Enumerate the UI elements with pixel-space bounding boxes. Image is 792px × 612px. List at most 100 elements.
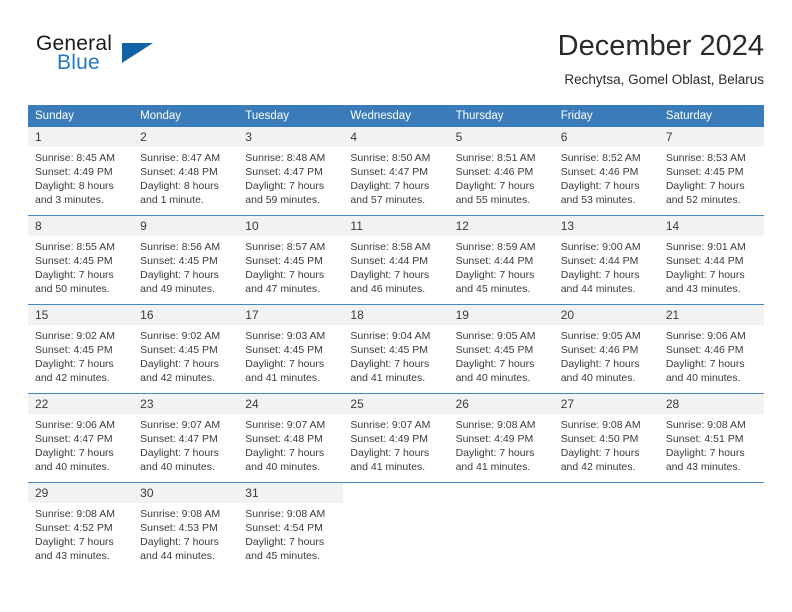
- calendar-day-cell[interactable]: 21 Sunrise: 9:06 AM Sunset: 4:46 PM Dayligh…: [658, 304, 764, 394]
- calendar-day-cell[interactable]: 30 Sunrise: 9:08 AM Sunset: 4:53 PM Dayligh…: [133, 482, 239, 571]
- weekday-header-tuesday: Tuesday: [238, 105, 344, 127]
- calendar-day-cell[interactable]: 9 Sunrise: 8:56 AM Sunset: 4:45 PM Daylight…: [133, 215, 239, 305]
- day-details: [659, 503, 764, 507]
- day-number: 8: [28, 216, 134, 236]
- calendar-day-cell[interactable]: 13 Sunrise: 9:00 AM Sunset: 4:44 PM Dayligh…: [553, 215, 659, 305]
- day-sunrise-text: Sunrise: 8:59 AM: [455, 241, 536, 253]
- day-number: 21: [658, 305, 764, 325]
- calendar-day-cell[interactable]: 8 Sunrise: 8:55 AM Sunset: 4:45 PM Daylight…: [28, 215, 134, 305]
- weekday-header-friday: Friday: [553, 105, 659, 127]
- day-details: Sunrise: 9:08 AM Sunset: 4:54 PM Daylight:…: [238, 503, 343, 563]
- day-daylight1-text: Daylight: 7 hours: [350, 269, 430, 281]
- day-sunrise-text: Sunrise: 9:08 AM: [35, 508, 115, 520]
- day-daylight1-text: Daylight: 7 hours: [665, 447, 745, 459]
- day-number: [554, 483, 659, 503]
- day-daylight2-text: and 44 minutes.: [140, 550, 215, 562]
- calendar-day-cell[interactable]: 11 Sunrise: 8:58 AM Sunset: 4:44 PM Dayligh…: [343, 215, 449, 305]
- day-details: Sunrise: 9:06 AM Sunset: 4:46 PM Daylight:…: [659, 325, 764, 385]
- day-daylight1-text: Daylight: 7 hours: [560, 447, 640, 459]
- calendar-day-cell[interactable]: 14 Sunrise: 9:01 AM Sunset: 4:44 PM Dayligh…: [658, 215, 764, 305]
- day-number: 24: [238, 394, 344, 414]
- calendar-day-cell[interactable]: 10 Sunrise: 8:57 AM Sunset: 4:45 PM Dayligh…: [238, 215, 344, 305]
- day-daylight2-text: and 45 minutes.: [455, 283, 531, 295]
- calendar-week-row: 22 Sunrise: 9:06 AM Sunset: 4:47 PM Dayligh…: [28, 393, 764, 483]
- day-sunset-text: Sunset: 4:50 PM: [560, 433, 639, 445]
- day-sunset-text: Sunset: 4:52 PM: [35, 522, 113, 534]
- day-daylight1-text: Daylight: 7 hours: [665, 180, 745, 192]
- day-cell-inner: 16 Sunrise: 9:02 AM Sunset: 4:45 PM Dayligh…: [133, 305, 239, 393]
- weekday-header-sunday: Sunday: [28, 105, 134, 127]
- day-number: 16: [133, 305, 239, 325]
- day-details: Sunrise: 8:48 AM Sunset: 4:47 PM Daylight:…: [238, 147, 343, 207]
- day-number: 31: [238, 483, 344, 503]
- calendar-day-cell[interactable]: 28 Sunrise: 9:08 AM Sunset: 4:51 PM Dayligh…: [658, 393, 764, 483]
- calendar-day-cell[interactable]: 24 Sunrise: 9:07 AM Sunset: 4:48 PM Dayligh…: [238, 393, 344, 483]
- day-daylight1-text: Daylight: 7 hours: [455, 180, 535, 192]
- weekday-header-thursday: Thursday: [448, 105, 554, 127]
- day-cell-inner: [554, 483, 659, 571]
- calendar-day-cell[interactable]: 27 Sunrise: 9:08 AM Sunset: 4:50 PM Dayligh…: [553, 393, 659, 483]
- day-daylight2-text: and 42 minutes.: [560, 461, 636, 473]
- weekday-header-saturday: Saturday: [658, 105, 764, 127]
- day-sunset-text: Sunset: 4:45 PM: [455, 344, 534, 356]
- day-sunset-text: Sunset: 4:46 PM: [455, 166, 534, 178]
- calendar-day-cell[interactable]: 3 Sunrise: 8:48 AM Sunset: 4:47 PM Daylight…: [238, 127, 344, 216]
- day-sunset-text: Sunset: 4:45 PM: [35, 344, 113, 356]
- day-sunset-text: Sunset: 4:49 PM: [350, 433, 429, 445]
- day-sunrise-text: Sunrise: 8:52 AM: [560, 152, 641, 164]
- day-cell-inner: 3 Sunrise: 8:48 AM Sunset: 4:47 PM Daylight…: [238, 127, 344, 215]
- day-details: Sunrise: 8:53 AM Sunset: 4:45 PM Daylight:…: [659, 147, 764, 207]
- calendar-day-cell[interactable]: 15 Sunrise: 9:02 AM Sunset: 4:45 PM Dayligh…: [28, 304, 134, 394]
- day-sunrise-text: Sunrise: 9:02 AM: [140, 330, 221, 342]
- calendar-day-cell[interactable]: 4 Sunrise: 8:50 AM Sunset: 4:47 PM Daylight…: [343, 127, 449, 216]
- day-details: Sunrise: 8:56 AM Sunset: 4:45 PM Daylight:…: [133, 236, 238, 296]
- day-sunrise-text: Sunrise: 9:05 AM: [455, 330, 536, 342]
- day-sunset-text: Sunset: 4:45 PM: [350, 344, 429, 356]
- weekday-header-monday: Monday: [133, 105, 239, 127]
- calendar-day-cell[interactable]: 29 Sunrise: 9:08 AM Sunset: 4:52 PM Dayligh…: [28, 482, 134, 571]
- day-sunrise-text: Sunrise: 8:56 AM: [140, 241, 221, 253]
- day-number: 22: [28, 394, 134, 414]
- day-cell-inner: 20 Sunrise: 9:05 AM Sunset: 4:46 PM Dayligh…: [553, 305, 659, 393]
- calendar-day-cell-empty: [553, 482, 659, 571]
- day-number: 6: [553, 127, 659, 147]
- day-daylight1-text: Daylight: 7 hours: [350, 447, 430, 459]
- day-details: Sunrise: 9:01 AM Sunset: 4:44 PM Daylight:…: [659, 236, 764, 296]
- day-cell-inner: 7 Sunrise: 8:53 AM Sunset: 4:45 PM Daylight…: [658, 127, 764, 215]
- calendar-day-cell[interactable]: 1 Sunrise: 8:45 AM Sunset: 4:49 PM Daylight…: [28, 127, 134, 216]
- calendar-day-cell[interactable]: 26 Sunrise: 9:08 AM Sunset: 4:49 PM Dayligh…: [448, 393, 554, 483]
- calendar-day-cell[interactable]: 7 Sunrise: 8:53 AM Sunset: 4:45 PM Daylight…: [658, 127, 764, 216]
- calendar-day-cell[interactable]: 31 Sunrise: 9:08 AM Sunset: 4:54 PM Dayligh…: [238, 482, 344, 571]
- day-number: 1: [28, 127, 134, 147]
- day-number: 3: [238, 127, 344, 147]
- calendar-day-cell[interactable]: 25 Sunrise: 9:07 AM Sunset: 4:49 PM Dayligh…: [343, 393, 449, 483]
- calendar-day-cell[interactable]: 5 Sunrise: 8:51 AM Sunset: 4:46 PM Daylight…: [448, 127, 554, 216]
- calendar-day-cell[interactable]: 22 Sunrise: 9:06 AM Sunset: 4:47 PM Dayligh…: [28, 393, 134, 483]
- title-block: December 2024 Rechytsa, Gomel Oblast, Be…: [558, 28, 764, 90]
- day-sunset-text: Sunset: 4:47 PM: [35, 433, 113, 445]
- general-blue-logo[interactable]: General Blue: [28, 32, 248, 88]
- day-details: Sunrise: 8:47 AM Sunset: 4:48 PM Daylight:…: [133, 147, 238, 207]
- day-daylight1-text: Daylight: 7 hours: [245, 180, 325, 192]
- day-cell-inner: 31 Sunrise: 9:08 AM Sunset: 4:54 PM Dayligh…: [238, 483, 344, 571]
- day-sunrise-text: Sunrise: 9:05 AM: [560, 330, 641, 342]
- calendar-day-cell-empty: [343, 482, 449, 571]
- day-details: Sunrise: 9:06 AM Sunset: 4:47 PM Daylight:…: [28, 414, 133, 474]
- day-number: 10: [238, 216, 344, 236]
- day-number: 23: [133, 394, 239, 414]
- calendar-day-cell[interactable]: 6 Sunrise: 8:52 AM Sunset: 4:46 PM Daylight…: [553, 127, 659, 216]
- day-sunset-text: Sunset: 4:45 PM: [665, 166, 744, 178]
- day-number: 18: [343, 305, 449, 325]
- calendar-day-cell[interactable]: 20 Sunrise: 9:05 AM Sunset: 4:46 PM Dayligh…: [553, 304, 659, 394]
- calendar-day-cell[interactable]: 19 Sunrise: 9:05 AM Sunset: 4:45 PM Dayligh…: [448, 304, 554, 394]
- calendar-day-cell[interactable]: 23 Sunrise: 9:07 AM Sunset: 4:47 PM Dayligh…: [133, 393, 239, 483]
- calendar-day-cell[interactable]: 2 Sunrise: 8:47 AM Sunset: 4:48 PM Daylight…: [133, 127, 239, 216]
- calendar-day-cell[interactable]: 12 Sunrise: 8:59 AM Sunset: 4:44 PM Dayligh…: [448, 215, 554, 305]
- calendar-day-cell[interactable]: 18 Sunrise: 9:04 AM Sunset: 4:45 PM Dayligh…: [343, 304, 449, 394]
- day-number: [659, 483, 764, 503]
- day-number: 27: [553, 394, 659, 414]
- day-daylight2-text: and 42 minutes.: [35, 372, 110, 384]
- day-daylight1-text: Daylight: 7 hours: [35, 536, 114, 548]
- calendar-day-cell[interactable]: 17 Sunrise: 9:03 AM Sunset: 4:45 PM Dayligh…: [238, 304, 344, 394]
- calendar-day-cell[interactable]: 16 Sunrise: 9:02 AM Sunset: 4:45 PM Dayligh…: [133, 304, 239, 394]
